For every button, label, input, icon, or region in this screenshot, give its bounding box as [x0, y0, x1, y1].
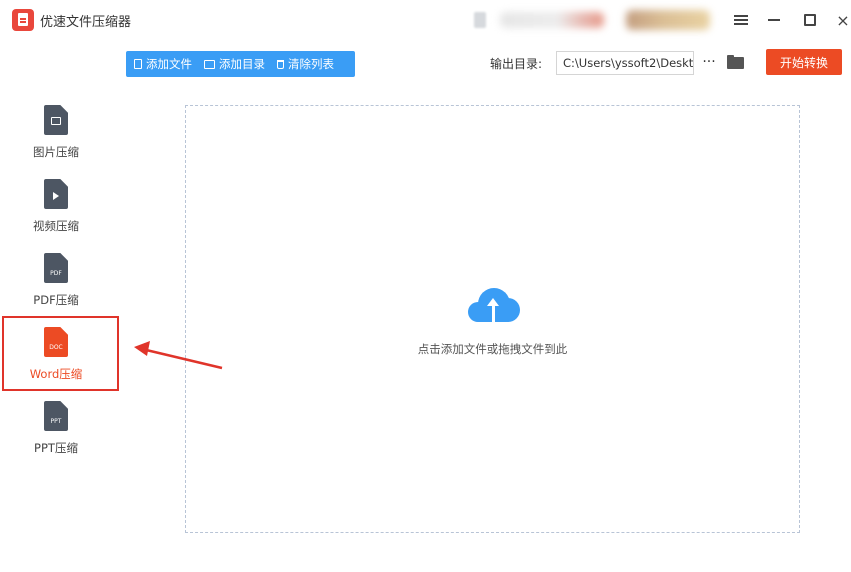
browse-more-button[interactable]: ··· [699, 53, 719, 73]
word-highlight-box [2, 316, 119, 391]
minimize-icon[interactable] [761, 7, 787, 33]
drop-zone-hint: 点击添加文件或拖拽文件到此 [417, 342, 568, 356]
file-icon [134, 59, 142, 69]
ppt-file-icon: PPT [44, 401, 68, 431]
app-logo [12, 9, 34, 31]
sidebar-item-video[interactable]: 视频压缩 [0, 179, 112, 249]
sidebar-item-label: PDF压缩 [33, 293, 79, 307]
output-dir-input[interactable]: C:\Users\yssoft2\Deskt [556, 51, 694, 75]
output-dir-label: 输出目录: [490, 57, 543, 71]
image-file-icon [44, 105, 68, 135]
video-file-icon [44, 179, 68, 209]
start-convert-button[interactable]: 开始转换 [766, 49, 842, 75]
sidebar-item-image[interactable]: 图片压缩 [0, 105, 112, 175]
sidebar-item-label: 视频压缩 [33, 219, 79, 233]
sidebar-item-label: PPT压缩 [34, 441, 78, 455]
file-toolbar: 添加文件 添加目录 清除列表 [126, 51, 355, 77]
pdf-file-icon: PDF [44, 253, 68, 283]
pdf-badge: PDF [50, 270, 62, 277]
sidebar-item-pdf[interactable]: PDF PDF压缩 [0, 253, 112, 323]
maximize-icon[interactable] [797, 7, 823, 33]
ppt-badge: PPT [50, 418, 62, 425]
close-icon[interactable]: × [830, 7, 851, 33]
blurred-account-icon [474, 12, 486, 28]
app-title: 优速文件压缩器 [40, 15, 132, 30]
title-bar: 优速文件压缩器 × [0, 0, 851, 40]
cloud-upload-icon[interactable] [468, 286, 520, 332]
clear-list-button[interactable]: 清除列表 [277, 56, 334, 72]
trash-icon [277, 59, 284, 69]
blurred-account-info [500, 12, 604, 28]
sidebar-item-label: 图片压缩 [33, 145, 79, 159]
clear-list-label: 清除列表 [288, 57, 334, 71]
open-folder-icon[interactable] [727, 55, 744, 69]
add-file-label: 添加文件 [146, 57, 192, 71]
blurred-user-avatar[interactable] [626, 10, 710, 30]
menu-icon[interactable] [728, 7, 754, 33]
add-file-button[interactable]: 添加文件 [134, 56, 192, 72]
sidebar-item-ppt[interactable]: PPT PPT压缩 [0, 401, 112, 471]
folder-icon [204, 59, 215, 69]
add-folder-button[interactable]: 添加目录 [204, 56, 265, 72]
add-folder-label: 添加目录 [219, 57, 265, 71]
